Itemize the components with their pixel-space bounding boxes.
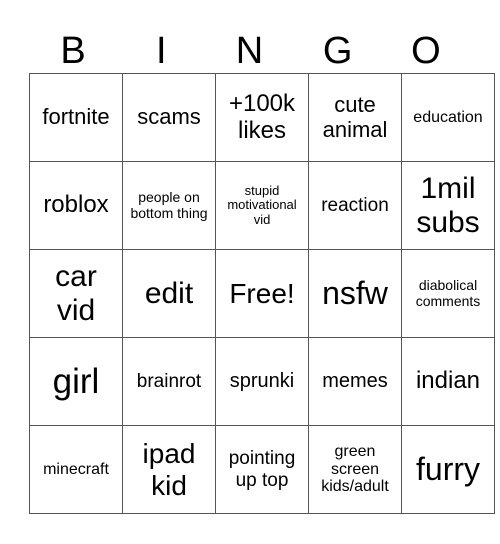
bingo-grid: fortnite scams +100k likes cute animal e…	[29, 73, 495, 514]
bingo-cell[interactable]: green screen kids/adult	[308, 425, 402, 514]
bingo-cell[interactable]: stupid motivational vid	[215, 161, 309, 250]
bingo-cell[interactable]: indian	[401, 337, 495, 426]
header-letter-b: B	[60, 30, 86, 72]
grid-row: car vid edit Free! nsfw diabolical comme…	[29, 249, 495, 338]
bingo-cell[interactable]: 1mil subs	[401, 161, 495, 250]
bingo-cell[interactable]: diabolical comments	[401, 249, 495, 338]
bingo-cell[interactable]: people on bottom thing	[122, 161, 216, 250]
header-letter-g: G	[322, 30, 353, 72]
bingo-cell[interactable]: nsfw	[308, 249, 402, 338]
bingo-cell[interactable]: sprunki	[215, 337, 309, 426]
bingo-cell[interactable]: brainrot	[122, 337, 216, 426]
bingo-cell[interactable]: pointing up top	[215, 425, 309, 514]
bingo-cell[interactable]: minecraft	[29, 425, 123, 514]
bingo-header: B I N G O	[29, 30, 470, 72]
bingo-cell[interactable]: girl	[29, 337, 123, 426]
bingo-cell[interactable]: fortnite	[29, 73, 123, 162]
bingo-cell[interactable]: car vid	[29, 249, 123, 338]
free-space-cell[interactable]: Free!	[215, 249, 309, 338]
bingo-cell[interactable]: scams	[122, 73, 216, 162]
bingo-cell[interactable]: edit	[122, 249, 216, 338]
header-letter-o: O	[411, 30, 441, 72]
bingo-cell[interactable]: education	[401, 73, 495, 162]
header-letter-n: N	[235, 30, 264, 72]
bingo-cell[interactable]: ipad kid	[122, 425, 216, 514]
grid-row: minecraft ipad kid pointing up top green…	[29, 425, 495, 514]
bingo-cell[interactable]: roblox	[29, 161, 123, 250]
header-letter-i: I	[156, 30, 167, 72]
bingo-cell[interactable]: reaction	[308, 161, 402, 250]
bingo-cell[interactable]: +100k likes	[215, 73, 309, 162]
grid-row: girl brainrot sprunki memes indian	[29, 337, 495, 426]
grid-row: roblox people on bottom thing stupid mot…	[29, 161, 495, 250]
bingo-cell[interactable]: memes	[308, 337, 402, 426]
bingo-cell[interactable]: furry	[401, 425, 495, 514]
bingo-cell[interactable]: cute animal	[308, 73, 402, 162]
grid-row: fortnite scams +100k likes cute animal e…	[29, 73, 495, 162]
